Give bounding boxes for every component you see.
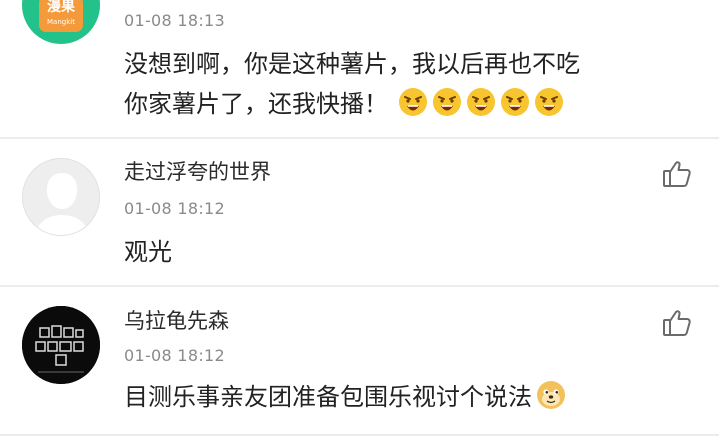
- thumbs-up-icon[interactable]: [661, 307, 693, 339]
- comment-username[interactable]: 走过浮夸的世界: [124, 159, 271, 185]
- avatar[interactable]: 漫果 Mangkit: [22, 0, 100, 44]
- angry-face-icon: [466, 87, 496, 117]
- comment-text: 观光: [124, 238, 172, 266]
- default-avatar-icon[interactable]: [22, 158, 100, 236]
- comment-text-line-1: 没想到啊，你是这种薯片，我以后再也不吃: [124, 50, 580, 78]
- comment-text-body: 目测乐事亲友团准备包围乐视讨个说法: [124, 383, 532, 411]
- angry-face-icon: [534, 87, 564, 117]
- comment-timestamp: 01-08 18:13: [124, 11, 225, 30]
- comment-text-line-2: 你家薯片了，还我快播！: [124, 84, 580, 124]
- doge-face-icon: [536, 380, 566, 410]
- comment-text-line-2-text: 你家薯片了，还我快播！: [124, 90, 388, 118]
- comment-timestamp: 01-08 18:12: [124, 346, 225, 365]
- logo-text: Mangkit: [47, 18, 75, 26]
- app-logo: 漫果 Mangkit: [39, 0, 83, 32]
- divider: [0, 434, 719, 436]
- logo-glyph: 漫果: [47, 0, 75, 15]
- comment-username[interactable]: 乌拉龟先森: [124, 308, 229, 334]
- comment-text: 没想到啊，你是这种薯片，我以后再也不吃 你家薯片了，还我快播！: [124, 44, 580, 124]
- avatar[interactable]: [22, 306, 100, 384]
- angry-face-icon: [398, 87, 428, 117]
- comment-feed: 漫果 Mangkit 01-08 18:13 没想到啊，你是这种薯片，我以后再也…: [0, 0, 719, 440]
- thumbs-up-icon[interactable]: [661, 158, 693, 190]
- comment-text: 目测乐事亲友团准备包围乐视讨个说法: [124, 377, 566, 417]
- comment-item: 乌拉龟先森 01-08 18:12 目测乐事亲友团准备包围乐视讨个说法: [0, 287, 719, 440]
- angry-face-icon: [500, 87, 530, 117]
- comment-item: 漫果 Mangkit 01-08 18:13 没想到啊，你是这种薯片，我以后再也…: [0, 0, 719, 137]
- comment-item: 走过浮夸的世界 01-08 18:12 观光: [0, 139, 719, 285]
- comment-timestamp: 01-08 18:12: [124, 199, 225, 218]
- angry-face-icon: [432, 87, 462, 117]
